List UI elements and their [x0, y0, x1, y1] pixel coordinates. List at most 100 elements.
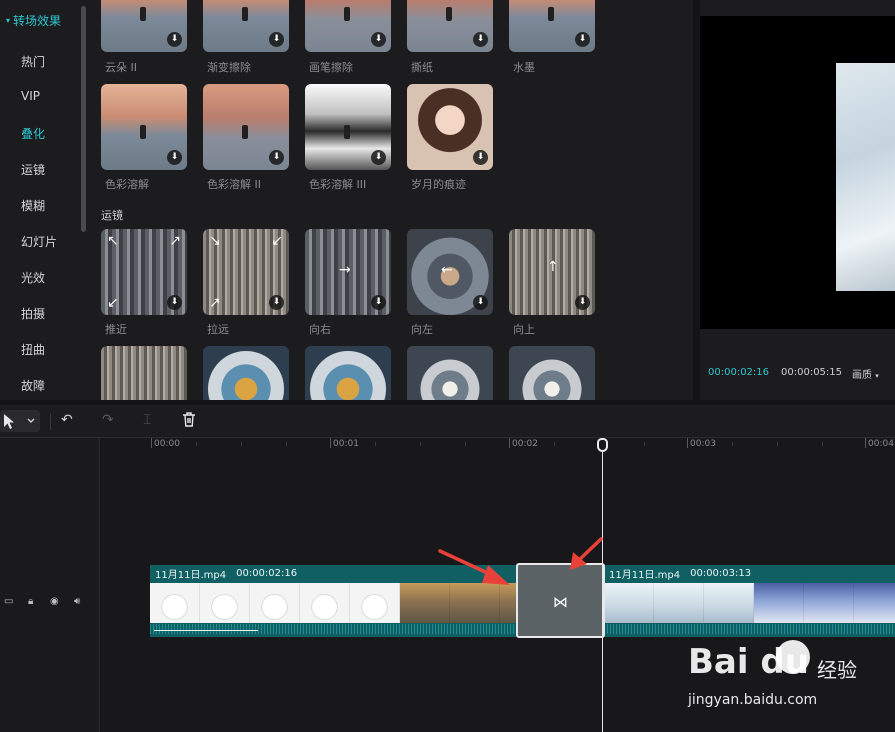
speaker-icon[interactable]: 🔊︎ — [74, 596, 80, 607]
download-icon[interactable]: ⬇ — [269, 295, 284, 310]
effect-thumb-right[interactable]: → ⬇ — [305, 229, 391, 315]
effect-thumb[interactable]: ⬇ — [407, 0, 493, 52]
quality-dropdown[interactable]: 画质 ▾ — [852, 366, 879, 381]
download-icon[interactable]: ⬇ — [371, 295, 386, 310]
redo-button[interactable]: ↷ — [102, 412, 114, 428]
undo-button[interactable]: ↶ — [61, 412, 73, 428]
effect-thumb-up[interactable]: ↑ ⬇ — [509, 229, 595, 315]
watermark-cn: 经验 — [817, 658, 857, 682]
effect-thumb[interactable]: ⬇ — [203, 84, 289, 170]
effect-label: 向上 — [513, 323, 535, 336]
playhead-handle[interactable] — [597, 438, 608, 452]
effect-label: 推近 — [105, 323, 127, 336]
playhead-line[interactable] — [602, 446, 603, 732]
effect-thumb[interactable]: ⬇ — [509, 0, 595, 52]
caret-down-icon: ▾ — [875, 372, 879, 380]
effect-thumb-push-in[interactable]: ↖ ↗ ↙ ⬇ — [101, 229, 187, 315]
sidebar-header[interactable]: ▾ 转场效果 — [6, 12, 61, 29]
sidebar-item-shoot[interactable]: 拍摄 — [21, 305, 45, 322]
preview-screen[interactable] — [700, 16, 895, 329]
sidebar-item-vip[interactable]: VIP — [21, 89, 40, 103]
video-clip-2[interactable]: 11月11日.mp4 00:00:03:13 — [604, 565, 895, 637]
effect-thumb[interactable]: ⬇ — [101, 84, 187, 170]
download-icon[interactable]: ⬇ — [575, 32, 590, 47]
audio-waveform — [150, 624, 518, 634]
eye-icon[interactable]: ◉ — [50, 596, 59, 607]
sidebar-header-label: 转场效果 — [13, 14, 62, 28]
toolbar-divider — [50, 414, 51, 430]
split-button[interactable]: ⌶ — [143, 412, 151, 428]
select-tool-dropdown[interactable] — [0, 410, 40, 432]
preview-frame — [836, 63, 895, 291]
effect-label: 云朵 II — [105, 61, 137, 74]
effect-thumb[interactable]: ⬇ — [305, 0, 391, 52]
arrow-icon: ↙ — [271, 233, 283, 249]
total-time: 00:00:05:15 — [781, 367, 843, 378]
effect-thumb[interactable] — [101, 346, 187, 400]
clip-header: 11月11日.mp4 00:00:03:13 — [604, 565, 895, 582]
clip-name: 11月11日.mp4 — [155, 570, 227, 581]
effect-thumb[interactable] — [305, 346, 391, 400]
arrow-right-icon: → — [339, 262, 351, 278]
effect-label: 向左 — [411, 323, 433, 336]
cover-toggle-icon[interactable]: ▭ — [4, 596, 13, 607]
effect-label: 色彩溶解 II — [207, 178, 261, 191]
effect-thumb[interactable] — [509, 346, 595, 400]
effect-thumb[interactable]: ⬇ — [305, 84, 391, 170]
sidebar-item-hot[interactable]: 热门 — [21, 53, 45, 70]
transition-icon: ⋈ — [553, 593, 568, 611]
sidebar-item-light[interactable]: 光效 — [21, 269, 45, 286]
effect-label: 水墨 — [513, 61, 535, 74]
preview-panel: 00:00:02:16 00:00:05:15 画质 ▾ — [700, 0, 895, 400]
category-sidebar: ▾ 转场效果 热门 VIP 叠化 运镜 模糊 幻灯片 光效 拍摄 扭曲 故障 — [0, 0, 90, 400]
sidebar-item-slideshow[interactable]: 幻灯片 — [21, 233, 57, 250]
annotation-arrow-left — [438, 549, 510, 585]
time-ruler[interactable]: 00:00 00:01 00:02 00:03 00:04 — [101, 438, 895, 454]
sidebar-item-glitch[interactable]: 故障 — [21, 377, 45, 394]
download-icon[interactable]: ⬇ — [269, 150, 284, 165]
download-icon[interactable]: ⬇ — [473, 32, 488, 47]
effect-thumb-left[interactable]: ← ⬇ — [407, 229, 493, 315]
download-icon[interactable]: ⬇ — [575, 295, 590, 310]
download-icon[interactable]: ⬇ — [473, 295, 488, 310]
transition-block[interactable]: ⋈ — [516, 563, 605, 638]
sidebar-item-distort[interactable]: 扭曲 — [21, 341, 45, 358]
effect-thumb[interactable]: ⬇ — [203, 0, 289, 52]
sidebar-item-camera-move[interactable]: 运镜 — [21, 161, 45, 178]
sidebar-scrollbar[interactable] — [81, 6, 86, 232]
section-title-camera-move: 运镜 — [101, 209, 123, 222]
clip-duration: 00:00:03:13 — [690, 568, 752, 579]
effect-thumb-pull-out[interactable]: ↘ ↙ ↗ ⬇ — [203, 229, 289, 315]
effect-label: 拉远 — [207, 323, 229, 336]
effect-thumb[interactable]: ⬇ — [407, 84, 493, 170]
download-icon[interactable]: ⬇ — [269, 32, 284, 47]
download-icon[interactable]: ⬇ — [473, 150, 488, 165]
caret-down-icon: ▾ — [6, 16, 11, 25]
sidebar-item-overlay[interactable]: 叠化 — [21, 125, 45, 142]
download-icon[interactable]: ⬇ — [371, 32, 386, 47]
effects-grid: ⬇ ⬇ ⬇ ⬇ ⬇ 云朵 II 渐变擦除 画笔擦除 撕纸 水墨 ⬇ ⬇ ⬇ ⬇ … — [90, 0, 693, 400]
effect-label: 渐变擦除 — [207, 61, 251, 74]
download-icon[interactable]: ⬇ — [167, 32, 182, 47]
arrow-icon: ↘ — [209, 233, 221, 249]
effect-thumb[interactable] — [203, 346, 289, 400]
paw-icon — [776, 640, 810, 674]
lock-icon[interactable]: 🔒︎ — [28, 596, 33, 607]
effect-label: 画笔擦除 — [309, 61, 353, 74]
sidebar-item-blur[interactable]: 模糊 — [21, 197, 45, 214]
effect-thumb[interactable]: ⬇ — [101, 0, 187, 52]
arrow-icon: ↗ — [169, 233, 181, 249]
clip-name: 11月11日.mp4 — [609, 570, 681, 581]
download-icon[interactable]: ⬇ — [371, 150, 386, 165]
clip-duration: 00:00:02:16 — [236, 568, 298, 579]
arrow-icon: ↖ — [107, 233, 119, 249]
download-icon[interactable]: ⬇ — [167, 295, 182, 310]
arrow-up-icon: ↑ — [547, 259, 559, 275]
effect-label: 色彩溶解 III — [309, 178, 367, 191]
effect-thumb[interactable] — [407, 346, 493, 400]
clip-frames — [604, 583, 895, 623]
delete-button[interactable] — [182, 412, 196, 431]
ruler-label: 00:02 — [512, 439, 538, 449]
download-icon[interactable]: ⬇ — [167, 150, 182, 165]
ruler-label: 00:00 — [154, 439, 180, 449]
